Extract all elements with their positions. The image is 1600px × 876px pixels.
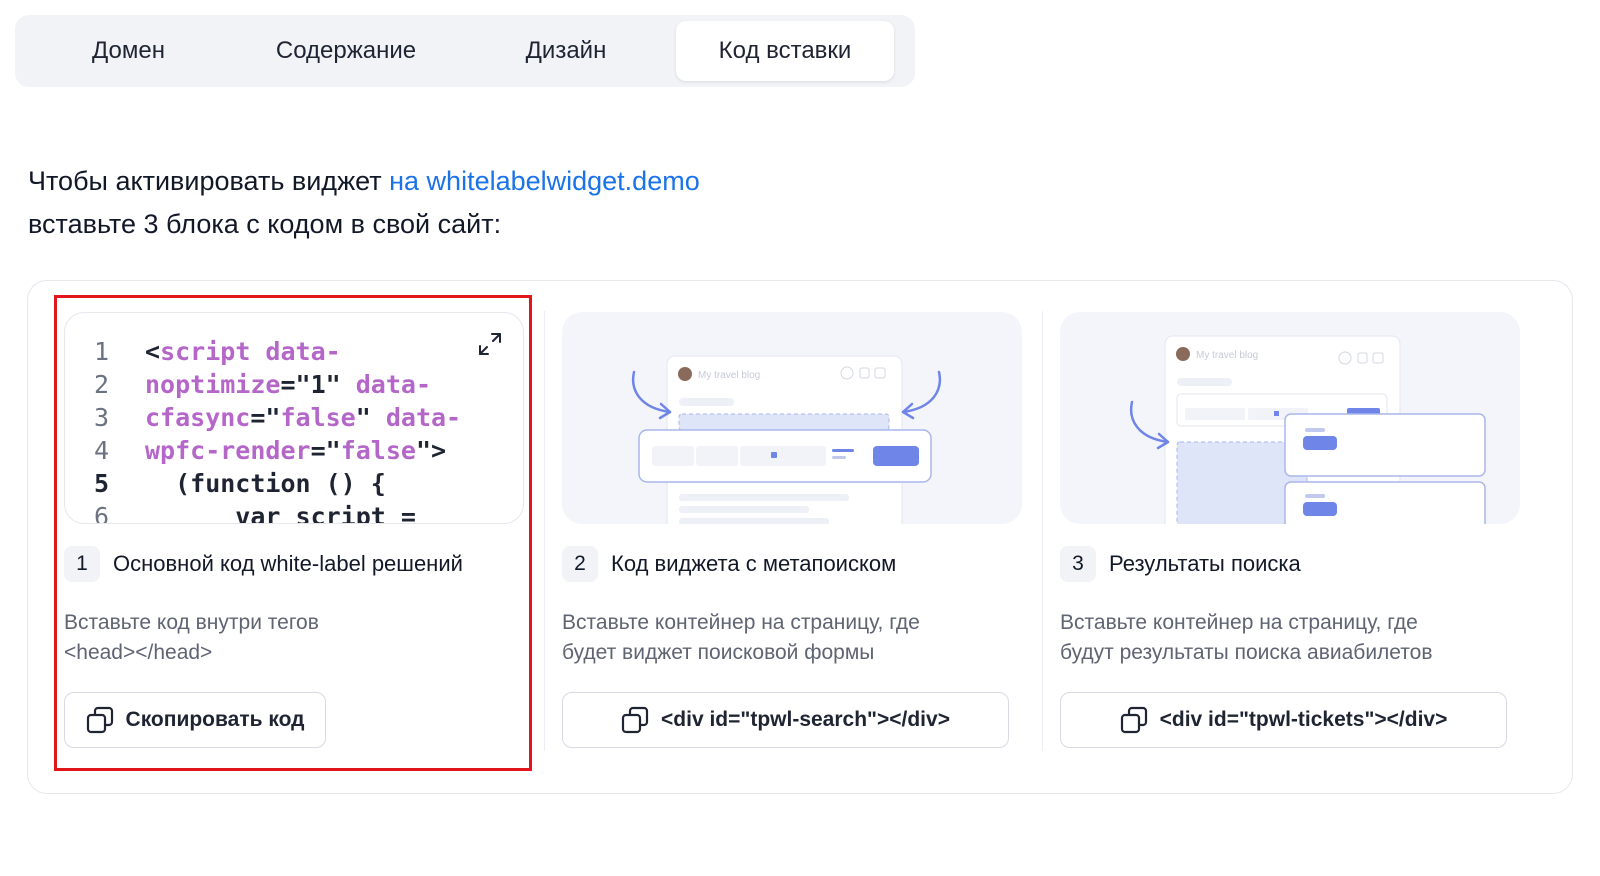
results-illustration: My travel blog (1060, 312, 1520, 524)
step-2-card: My travel blog 2 Код виджета с метапоиск… (562, 281, 1022, 793)
code-token: "> (415, 436, 447, 465)
code-token: cfasync (145, 403, 251, 432)
code-line: 4 wpfc-render="false"> (65, 434, 461, 467)
blog-title: My travel blog (1196, 350, 1258, 361)
step-title: Основной код white-label решений (113, 551, 463, 576)
code-token: data- (355, 370, 431, 399)
code-token: noptimize (145, 370, 281, 399)
step-title: Код виджета с метапоиском (611, 551, 897, 576)
step-description: Вставьте код внутри тегов <head></head> (64, 608, 504, 668)
line-number: 4 (93, 436, 109, 465)
step-header: 2 Код виджета с метапоиском (562, 546, 896, 582)
code-token: var script = (145, 502, 416, 524)
tab-design[interactable]: Дизайн (456, 21, 676, 81)
step-3-card: My travel blog 3 Результаты поиска Встав… (1060, 281, 1520, 793)
code-token: ="1" (280, 370, 356, 399)
code-token: =" (310, 436, 341, 465)
button-label: <div id="tpwl-search"></div> (661, 708, 950, 731)
code-token: false (340, 436, 416, 465)
copy-icon (86, 706, 113, 734)
tab-content[interactable]: Содержание (236, 21, 456, 81)
expand-icon[interactable] (477, 331, 503, 357)
search-widget-illustration: My travel blog (562, 312, 1022, 524)
description-line: <head></head> (64, 641, 213, 664)
illustration: My travel blog (631, 355, 942, 524)
code-preview[interactable]: 1 <script data- 2 noptimize="1" data- 3 cfasy… (64, 312, 524, 524)
copy-tickets-container-button[interactable]: <div id="tpwl-tickets"></div> (1060, 692, 1507, 748)
code-line: 5 (function () { (65, 467, 461, 500)
intro-line2: вставьте 3 блока с кодом в свой сайт: (28, 209, 502, 239)
code-token: script data- (160, 337, 341, 366)
line-number: 5 (93, 469, 109, 498)
tab-bar: Домен Содержание Дизайн Код вставки (15, 15, 915, 87)
code-token: false (280, 403, 356, 432)
description-line: Вставьте контейнер на страницу, где (562, 611, 920, 634)
tab-embed-code[interactable]: Код вставки (676, 21, 894, 81)
line-number: 3 (93, 403, 109, 432)
code-line: 1 <script data- (65, 335, 461, 368)
demo-link[interactable]: на whitelabelwidget.demo (389, 166, 700, 196)
button-label: <div id="tpwl-tickets"></div> (1159, 708, 1448, 731)
code-text: noptimize="1" data- (145, 368, 431, 401)
tab-domain[interactable]: Домен (21, 21, 236, 81)
copy-search-container-button[interactable]: <div id="tpwl-search"></div> (562, 692, 1009, 748)
code-text: wpfc-render="false"> (145, 434, 446, 467)
intro-prefix: Чтобы активировать виджет (28, 166, 390, 196)
steps-container: 1 <script data- 2 noptimize="1" data- 3 cfasy… (27, 280, 1573, 794)
step-number: 3 (1060, 546, 1096, 582)
code-text: var script = (145, 500, 416, 524)
description-line: будет виджет поисковой формы (562, 641, 875, 664)
step-description: Вставьте контейнер на страницу, где буде… (562, 608, 1002, 668)
copy-icon (1120, 706, 1147, 734)
step-header: 1 Основной код white-label решений (64, 546, 463, 582)
copy-icon (621, 706, 649, 734)
illustration: My travel blog (1129, 335, 1486, 524)
code-line: 2 noptimize="1" data- (65, 368, 461, 401)
code-line: 3 cfasync="false" data- (65, 401, 461, 434)
step-title: Результаты поиска (1109, 551, 1301, 576)
description-line: Вставьте код внутри тегов (64, 611, 319, 634)
code-text: <script data- (145, 335, 341, 368)
step-number: 1 (64, 546, 100, 582)
divider (1042, 311, 1043, 751)
code-token: =" (250, 403, 281, 432)
code-text: cfasync="false" data- (145, 401, 461, 434)
step-1-card: 1 <script data- 2 noptimize="1" data- 3 cfasy… (64, 281, 524, 793)
code-token: wpfc-render (145, 436, 311, 465)
intro-text: Чтобы активировать виджет на whitelabelw… (28, 160, 700, 246)
code-block: 1 <script data- 2 noptimize="1" data- 3 cfasy… (65, 335, 461, 524)
code-token: data- (385, 403, 462, 432)
description-line: Вставьте контейнер на страницу, где (1060, 611, 1418, 634)
line-number: 2 (93, 370, 109, 399)
line-number: 1 (93, 337, 109, 366)
description-line: будут результаты поиска авиабилетов (1060, 641, 1433, 664)
copy-code-button[interactable]: Скопировать код (64, 692, 326, 748)
blog-title: My travel blog (698, 370, 760, 381)
code-token: " (355, 403, 386, 432)
code-token: (function () { (145, 469, 386, 498)
step-number: 2 (562, 546, 598, 582)
step-header: 3 Результаты поиска (1060, 546, 1301, 582)
code-text: (function () { (145, 467, 386, 500)
code-token: < (145, 337, 161, 366)
line-number: 6 (93, 502, 109, 524)
divider (544, 311, 545, 751)
step-description: Вставьте контейнер на страницу, где буду… (1060, 608, 1500, 668)
code-line: 6 var script = (65, 500, 461, 524)
button-label: Скопировать код (125, 708, 305, 731)
